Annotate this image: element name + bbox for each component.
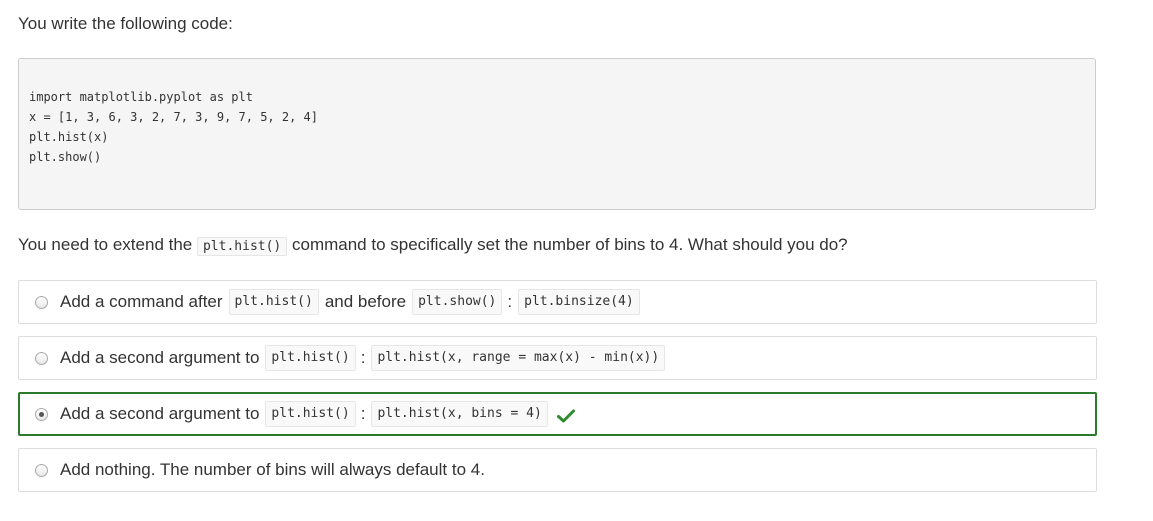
answer-option-content: Add a second argument to plt.hist() : pl…: [60, 345, 666, 371]
answer-inline-code: plt.hist(): [265, 401, 356, 427]
radio-button[interactable]: [35, 351, 48, 365]
radio-button-selected[interactable]: [35, 407, 48, 421]
checkmark-icon: [556, 407, 575, 423]
answer-separator: :: [360, 348, 366, 367]
answer-option-content: Add nothing. The number of bins will alw…: [60, 459, 491, 481]
answer-text: and before: [324, 292, 407, 311]
code-line: import matplotlib.pyplot as plt: [29, 90, 253, 104]
answer-inline-code: plt.show(): [412, 289, 503, 315]
answer-text: Add nothing. The number of bins will alw…: [60, 460, 485, 479]
answer-option-1[interactable]: Add a command after plt.hist() and befor…: [18, 280, 1097, 324]
answer-option-content: Add a second argument to plt.hist() : pl…: [60, 401, 575, 427]
answer-option-2[interactable]: Add a second argument to plt.hist() : pl…: [18, 336, 1097, 380]
answer-separator: :: [507, 292, 513, 311]
question-text-before: You need to extend the: [18, 235, 193, 254]
answer-inline-code: plt.binsize(4): [518, 289, 640, 315]
radio-button[interactable]: [35, 463, 48, 477]
answer-option-3[interactable]: Add a second argument to plt.hist() : pl…: [18, 392, 1097, 436]
code-line: plt.show(): [29, 150, 102, 164]
answer-inline-code: plt.hist(): [265, 345, 356, 371]
radio-button[interactable]: [35, 295, 48, 309]
answer-inline-code: plt.hist(x, range = max(x) - min(x)): [371, 345, 666, 371]
answer-separator: :: [360, 404, 366, 423]
answer-inline-code: plt.hist(x, bins = 4): [371, 401, 548, 427]
intro-text: You write the following code:: [18, 14, 233, 33]
code-line: plt.hist(x): [29, 130, 109, 144]
question-inline-code: plt.hist(): [196, 237, 288, 256]
code-line: x = [1, 3, 6, 3, 2, 7, 3, 9, 7, 5, 2, 4]: [29, 110, 318, 124]
answer-option-content: Add a command after plt.hist() and befor…: [60, 289, 640, 315]
answer-text: Add a second argument to: [60, 348, 260, 367]
question-text: You need to extend the plt.hist() comman…: [18, 234, 848, 258]
answer-text: Add a second argument to: [60, 404, 260, 423]
question-text-after: command to specifically set the number o…: [292, 235, 848, 254]
answer-option-4[interactable]: Add nothing. The number of bins will alw…: [18, 448, 1097, 492]
code-block: import matplotlib.pyplot as plt x = [1, …: [18, 58, 1096, 210]
answer-text: Add a command after: [60, 292, 223, 311]
answer-inline-code: plt.hist(): [228, 289, 319, 315]
